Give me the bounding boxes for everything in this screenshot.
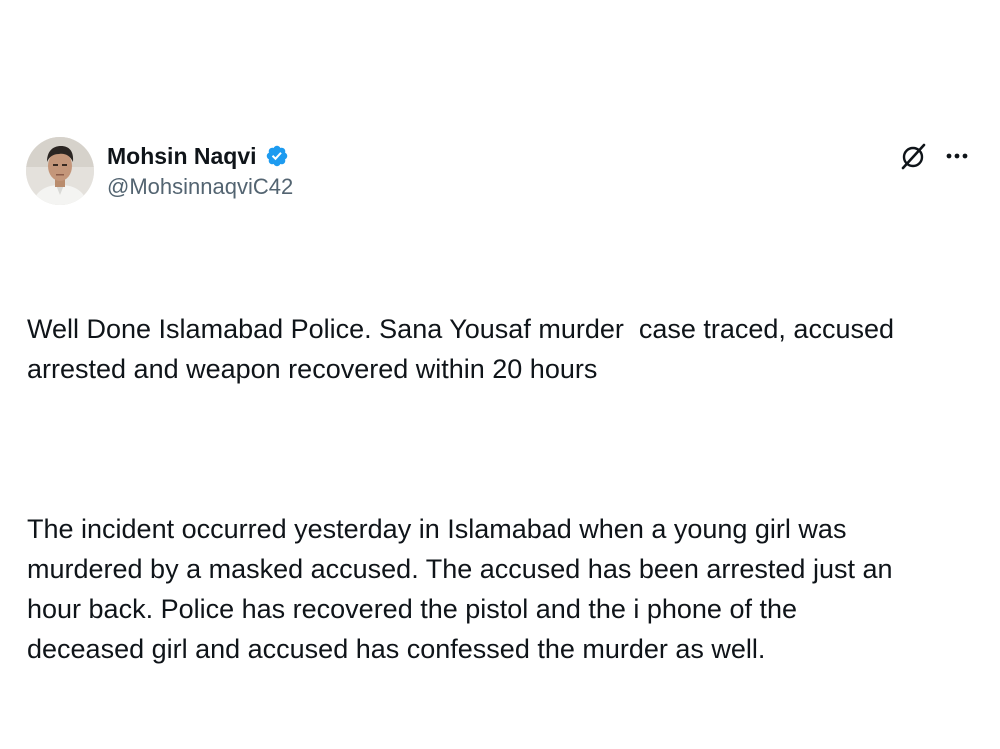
author-display-name[interactable]: Mohsin Naqvi <box>107 141 257 171</box>
profile-photo <box>26 137 94 205</box>
more-options-icon[interactable] <box>941 141 973 171</box>
verified-badge-icon <box>265 144 289 168</box>
tweet-paragraph-2: The incident occurred yesterday in Islam… <box>27 514 893 664</box>
tweet-paragraph-1: Well Done Islamabad Police. Sana Yousaf … <box>27 314 894 384</box>
tweet-card: Mohsin Naqvi @MohsinnaqviC42 Well Done I… <box>0 0 1000 664</box>
author-name-row: Mohsin Naqvi <box>107 141 289 171</box>
author-handle[interactable]: @MohsinnaqviC42 <box>107 172 293 202</box>
avatar[interactable] <box>26 137 94 205</box>
grok-icon[interactable] <box>898 141 928 171</box>
tweet-text: Well Done Islamabad Police. Sana Yousaf … <box>27 229 977 749</box>
